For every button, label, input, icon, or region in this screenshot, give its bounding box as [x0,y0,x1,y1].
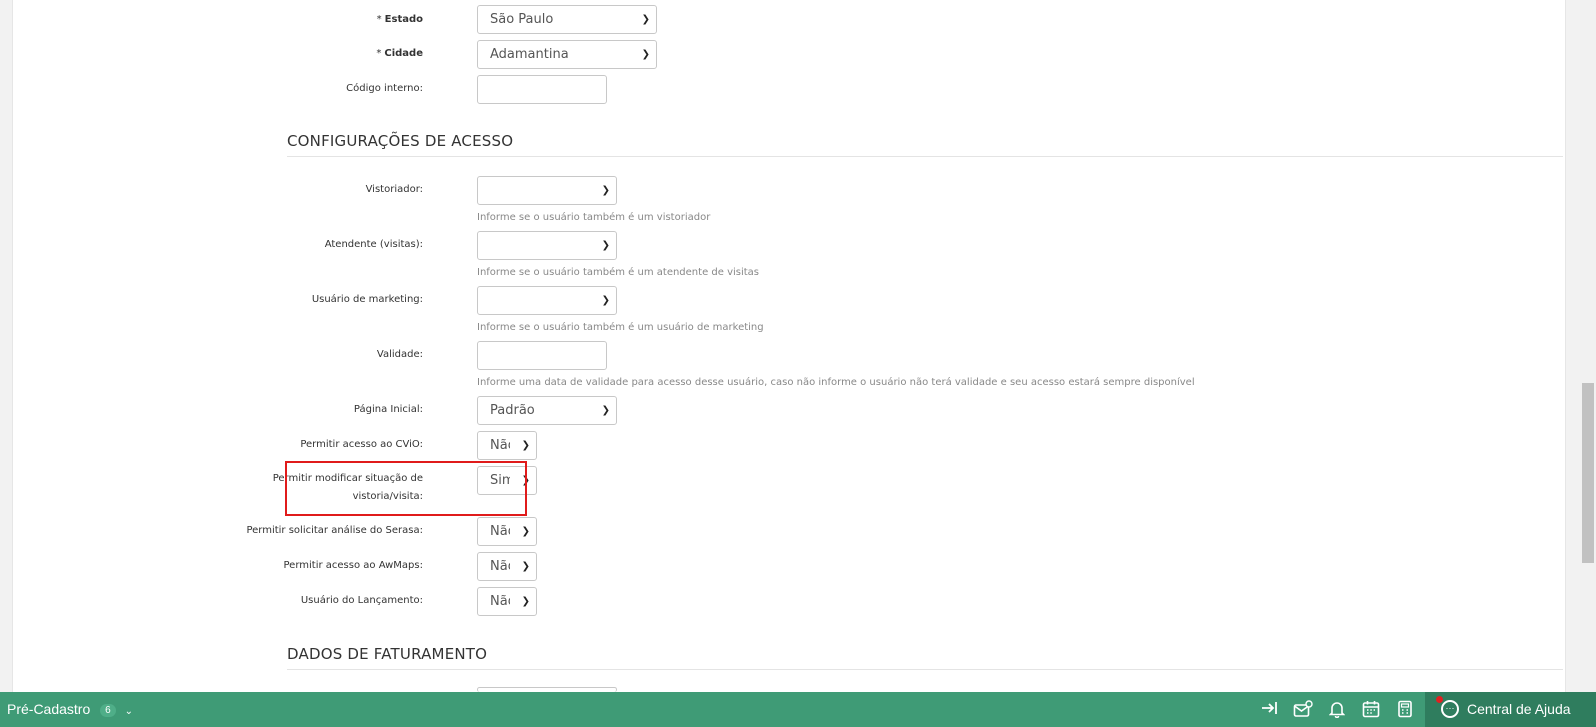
chevron-down-icon: ❯ [601,405,610,416]
form-page: * Estado São Paulo ❯ * Cidade Adamantina ❯… [12,0,1566,692]
vistoriador-label: Vistoriador: [365,184,423,195]
validade-label: Validade: [376,349,423,360]
chevron-down-icon: ❯ [601,295,610,306]
lancamento-select[interactable]: Não ❯ [477,587,537,616]
pagina-inicial-label: Página Inicial: [353,404,423,415]
cidade-label-text: Cidade [384,48,423,59]
pagina-inicial-select[interactable]: Padrão ❯ [477,396,617,425]
serasa-select[interactable]: Não ❯ [477,517,537,546]
chevron-down-icon: ❯ [601,185,610,196]
chevron-down-icon: ❯ [521,596,530,607]
cvio-select[interactable]: Não ❯ [477,431,537,460]
scrollbar[interactable] [1580,0,1596,692]
estado-value: São Paulo [490,12,554,27]
chevron-down-icon: ❯ [521,526,530,537]
pagina-inicial-value: Padrão [490,403,535,418]
chevron-down-icon: ❯ [601,240,610,251]
estado-select[interactable]: São Paulo ❯ [477,5,657,34]
codigo-interno-input[interactable] [477,75,607,104]
central-de-ajuda-button[interactable]: ··· Central de Ajuda [1425,692,1596,727]
vistoriador-help: Informe se o usuário também é um vistori… [477,212,711,223]
chevron-down-icon: ⌄ [124,706,133,717]
central-de-ajuda-label: Central de Ajuda [1467,701,1571,717]
calculator-icon[interactable] [1395,700,1415,718]
pre-cadastro-label: Pré-Cadastro [7,701,91,717]
atendente-help: Informe se o usuário também é um atenden… [477,267,760,278]
bottom-bar: Pré-Cadastro 6 ⌄ ··· Central de Ajuda [0,692,1596,727]
cidade-value: Adamantina [490,47,569,62]
logout-icon[interactable] [1259,700,1279,718]
atendente-select[interactable]: ❯ [477,231,617,260]
cvio-label: Permitir acesso ao CViO: [300,439,423,450]
pre-cadastro-menu[interactable]: Pré-Cadastro 6 ⌄ [7,701,133,717]
cvio-value: Não [490,438,510,453]
lancamento-value: Não [490,594,510,609]
chevron-down-icon: ❯ [641,49,650,60]
section-title-faturamento: DADOS DE FATURAMENTO [287,645,1563,670]
bell-icon[interactable] [1327,700,1347,719]
validade-input[interactable] [477,341,607,370]
pre-cadastro-count-badge: 6 [100,704,116,717]
lancamento-label: Usuário do Lançamento: [300,595,423,606]
awmaps-value: Não [490,559,510,574]
chevron-down-icon: ❯ [521,561,530,572]
awmaps-label: Permitir acesso ao AwMaps: [283,560,424,571]
section-title-acesso: CONFIGURAÇÕES DE ACESSO [287,132,1563,157]
vistoriador-select[interactable]: ❯ [477,176,617,205]
required-mark: * [376,48,382,59]
calendar-icon[interactable] [1361,700,1381,718]
codigo-interno-label: Código interno: [346,83,423,94]
cidade-label: * Cidade [376,47,423,61]
marketing-help: Informe se o usuário também é um usuário… [477,322,764,333]
required-mark: * [376,14,382,25]
marketing-select[interactable]: ❯ [477,286,617,315]
serasa-label: Permitir solicitar análise do Serasa: [246,525,423,536]
chevron-down-icon: ❯ [521,440,530,451]
notification-dot [1436,696,1443,703]
cidade-select[interactable]: Adamantina ❯ [477,40,657,69]
highlight-box [285,461,527,516]
chat-icon: ··· [1441,700,1459,718]
chevron-down-icon: ❯ [641,14,650,25]
marketing-label: Usuário de marketing: [311,294,423,305]
mail-settings-icon[interactable] [1293,700,1313,718]
scrollbar-thumb[interactable] [1582,383,1594,563]
validade-help: Informe uma data de validade para acesso… [477,377,1195,388]
awmaps-select[interactable]: Não ❯ [477,552,537,581]
serasa-value: Não [490,524,510,539]
estado-label-text: Estado [384,14,423,25]
atendente-label: Atendente (visitas): [324,239,423,250]
estado-label: * Estado [377,13,423,27]
